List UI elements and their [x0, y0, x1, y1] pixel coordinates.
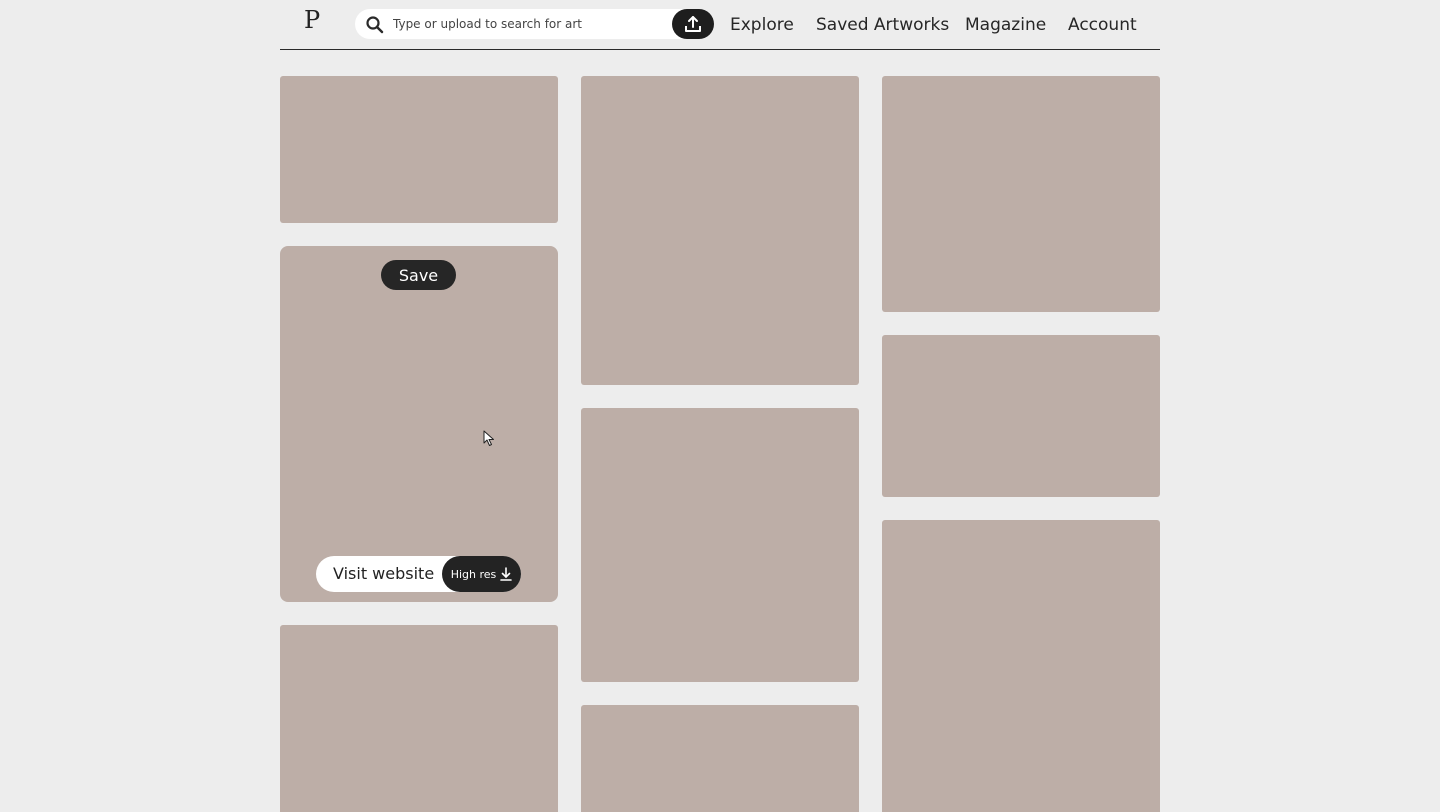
save-button[interactable]: Save	[381, 260, 456, 290]
logo[interactable]: P	[304, 6, 320, 34]
artwork-tile-hovered[interactable]: Save Visit website High res	[280, 246, 558, 602]
search-icon	[366, 16, 384, 34]
artwork-tile[interactable]	[280, 625, 558, 812]
high-res-label: High res	[450, 567, 497, 581]
search-input[interactable]	[393, 9, 663, 39]
nav-saved-artworks[interactable]: Saved Artworks	[816, 15, 949, 35]
search-bar	[355, 9, 714, 39]
download-icon	[500, 567, 513, 581]
artwork-actions: Visit website High res	[316, 556, 521, 592]
artwork-tile[interactable]	[581, 76, 859, 385]
artwork-tile[interactable]	[581, 705, 859, 812]
upload-button[interactable]	[672, 9, 714, 39]
high-res-download-button[interactable]: High res	[442, 556, 521, 592]
visit-website-button[interactable]: Visit website	[333, 556, 434, 592]
nav-magazine[interactable]: Magazine	[965, 15, 1046, 35]
mouse-cursor-icon	[483, 430, 494, 446]
top-navigation-bar: P Explore Saved Artworks Magazine Accoun…	[280, 0, 1160, 50]
page: P Explore Saved Artworks Magazine Accoun…	[0, 0, 1440, 812]
upload-icon	[685, 16, 701, 32]
artwork-tile[interactable]	[882, 520, 1160, 812]
artwork-tile[interactable]	[581, 408, 859, 682]
nav-explore[interactable]: Explore	[730, 15, 794, 35]
artwork-tile[interactable]	[280, 76, 558, 223]
artwork-tile[interactable]	[882, 335, 1160, 497]
artwork-tile[interactable]	[882, 76, 1160, 312]
nav-account[interactable]: Account	[1068, 15, 1137, 35]
